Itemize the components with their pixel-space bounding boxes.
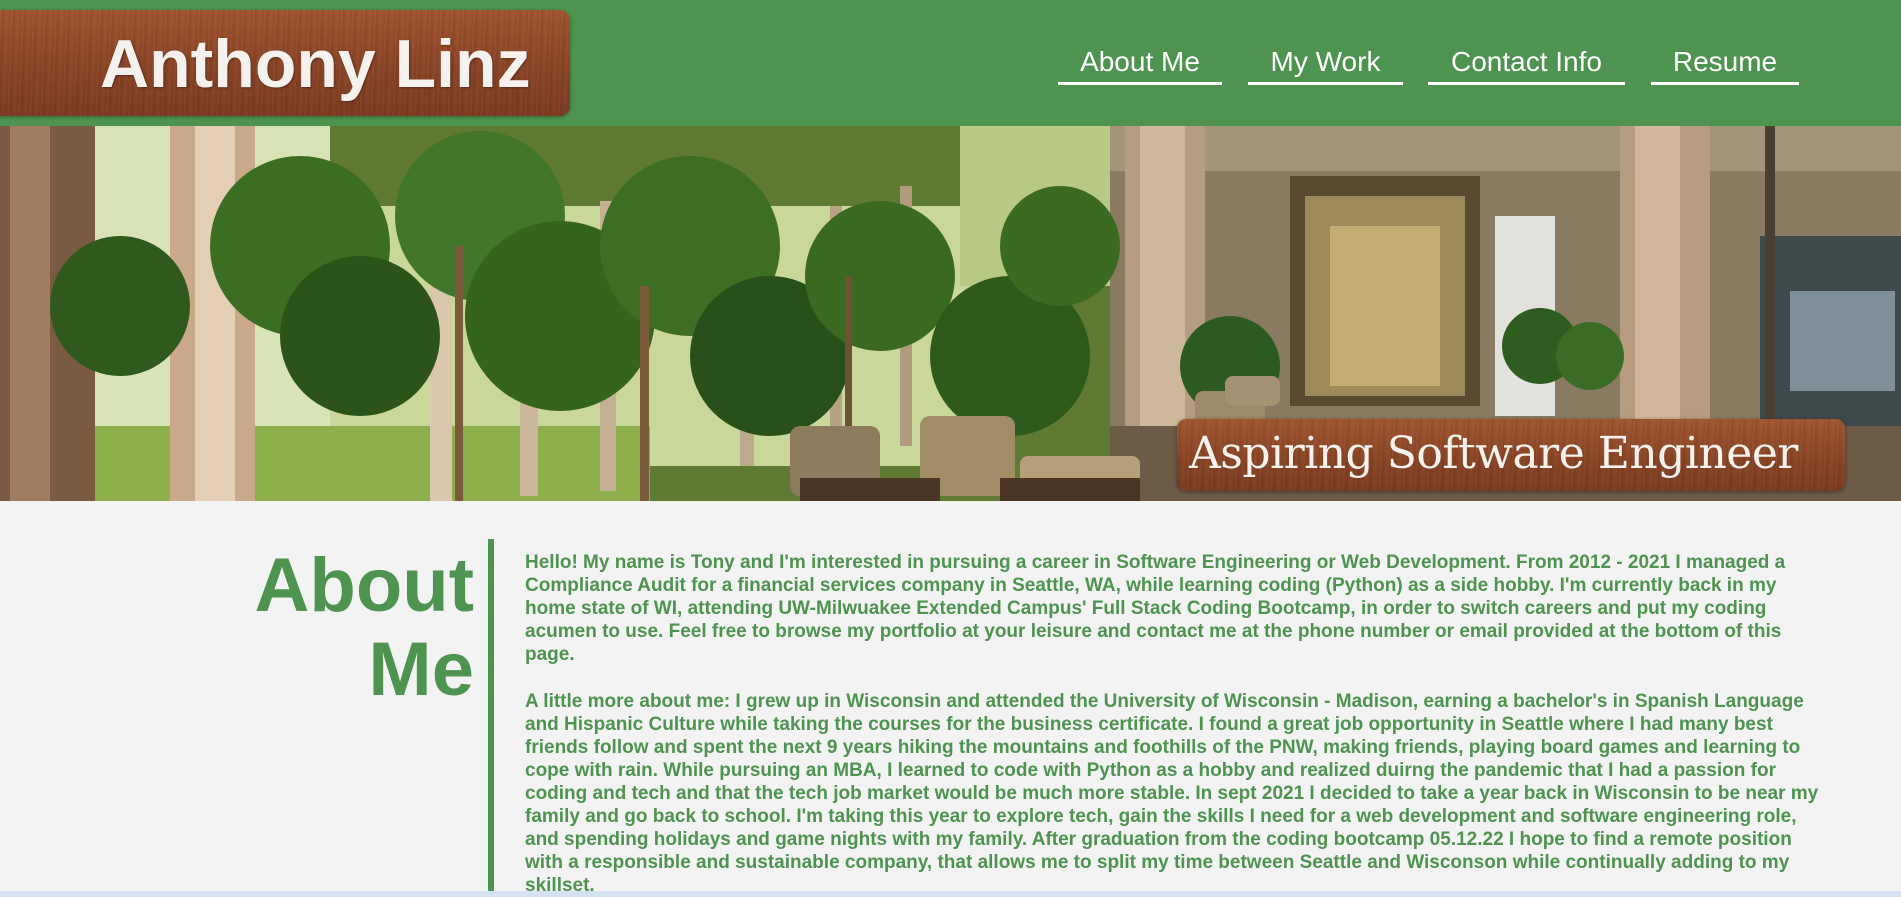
site-header: Anthony Linz About Me My Work Contact In… — [0, 0, 1901, 126]
nav-link-about-me[interactable]: About Me — [1058, 44, 1222, 85]
nav-link-my-work[interactable]: My Work — [1248, 44, 1403, 85]
about-section: About Me Hello! My name is Tony and I'm … — [0, 501, 1901, 897]
about-paragraph-intro: Hello! My name is Tony and I'm intereste… — [525, 552, 1786, 665]
about-text: Hello! My name is Tony and I'm intereste… — [525, 551, 1825, 897]
section-title-about-me: About Me — [254, 543, 474, 712]
section-divider — [488, 539, 494, 897]
about-paragraph-more: A little more about me: I grew up in Wis… — [525, 691, 1819, 896]
logo-plaque[interactable]: Anthony Linz — [0, 10, 570, 116]
site-logo-text: Anthony Linz — [100, 26, 531, 102]
nav-link-contact-info[interactable]: Contact Info — [1428, 44, 1625, 85]
tagline-text: Aspiring Software Engineer — [1189, 428, 1798, 479]
tagline-plaque: Aspiring Software Engineer — [1177, 419, 1845, 491]
hero-banner: Aspiring Software Engineer — [0, 126, 1901, 501]
horizontal-scrollbar[interactable] — [0, 891, 1901, 897]
nav-link-resume[interactable]: Resume — [1651, 44, 1799, 85]
page: Anthony Linz About Me My Work Contact In… — [0, 0, 1901, 897]
